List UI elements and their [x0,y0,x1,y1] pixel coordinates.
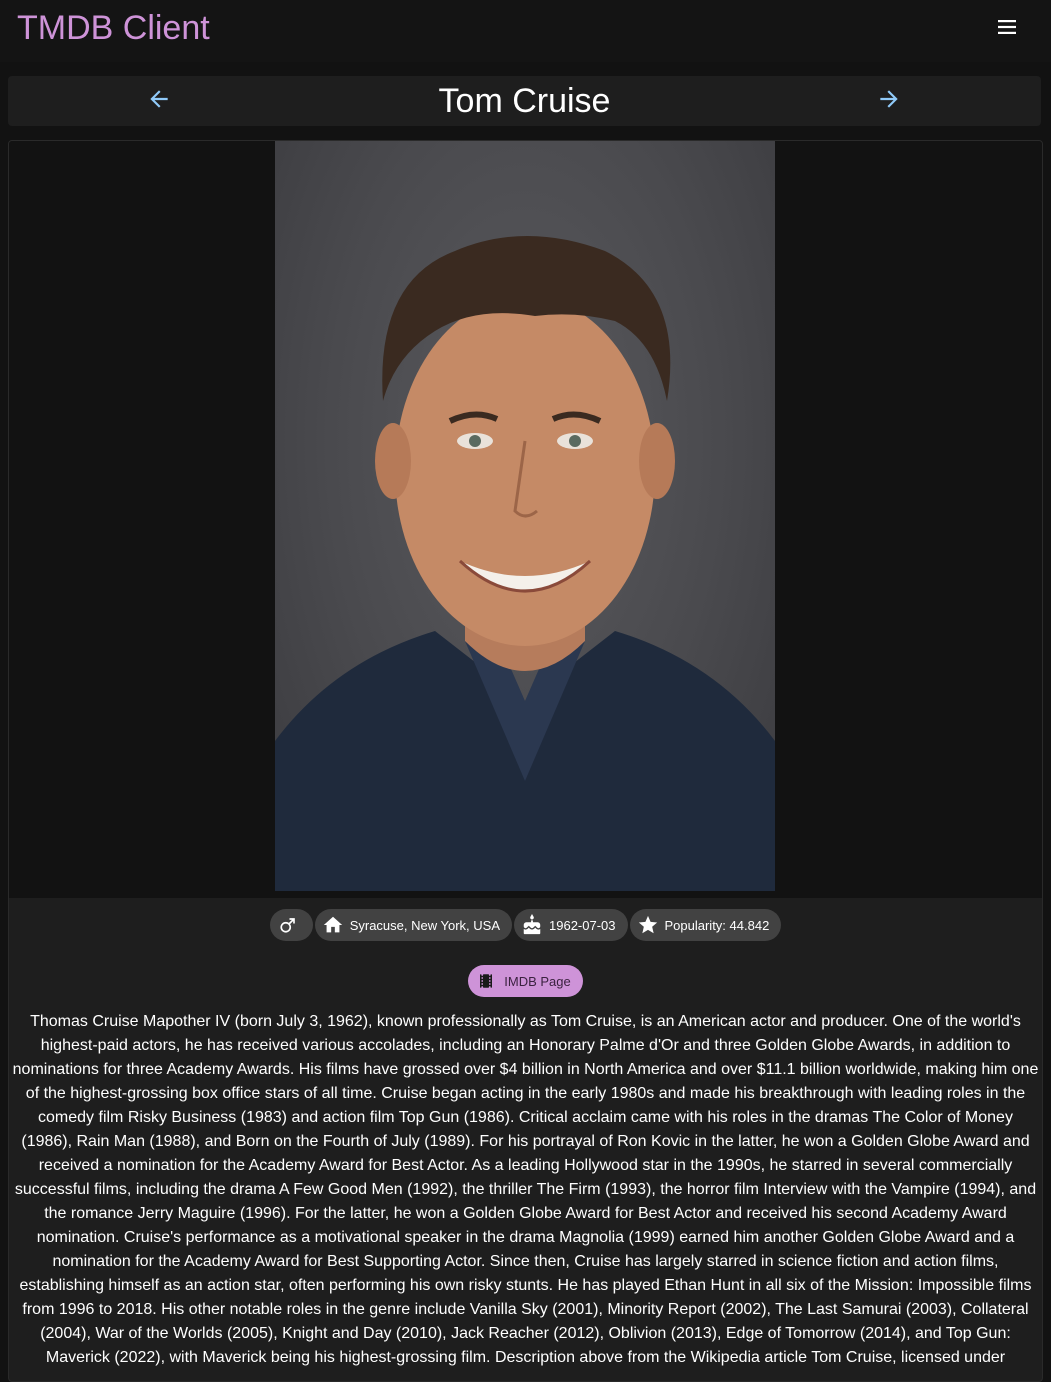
birthplace-label: Syracuse, New York, USA [349,917,500,933]
imdb-link-row: IMDB Page [9,965,1042,997]
menu-button[interactable] [988,11,1028,47]
popularity-label: Popularity: 44.842 [664,917,770,933]
male-icon [276,913,300,937]
biography-text: Thomas Cruise Mapother IV (born July 3, … [12,1013,1039,1366]
next-person-button[interactable] [871,83,907,119]
profile-photo [275,141,775,891]
gender-chip [269,909,313,941]
app-title[interactable]: TMDB Client [17,8,210,48]
person-info-chips: Syracuse, New York, USA 1962-07-03 Popul… [9,909,1042,941]
birthday-label: 1962-07-03 [549,917,616,933]
star-icon [636,913,660,937]
home-icon [321,913,345,937]
app-bar: TMDB Client [0,0,1051,62]
birthplace-chip: Syracuse, New York, USA [314,909,512,941]
cake-icon [520,913,544,937]
imdb-page-button[interactable]: IMDB Page [468,965,583,997]
popularity-chip: Popularity: 44.842 [629,909,782,941]
menu-icon [998,19,1018,40]
arrow-right-icon [876,86,902,117]
previous-person-button[interactable] [141,83,177,119]
imdb-page-label: IMDB Page [504,973,571,989]
arrow-left-icon [146,86,172,117]
photo-area [9,141,1042,898]
person-nav-bar: Tom Cruise [8,76,1041,126]
birthday-chip: 1962-07-03 [514,909,628,941]
film-icon [474,969,498,993]
person-card: Syracuse, New York, USA 1962-07-03 Popul… [8,140,1043,1382]
